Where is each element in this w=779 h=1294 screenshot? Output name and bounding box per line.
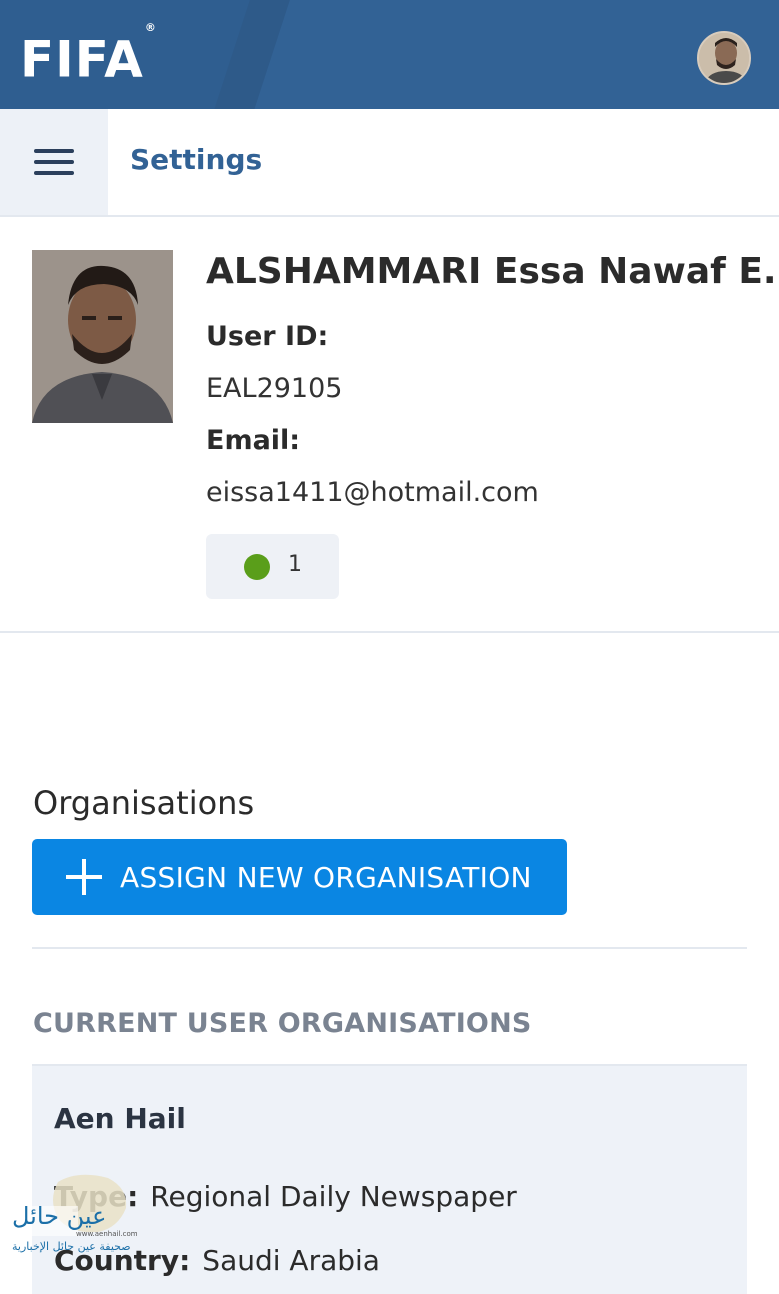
aenhail-watermark: عين حائل www.aenhail.com صحيفة عين حائل … xyxy=(8,1168,168,1280)
assign-new-organisation-button[interactable]: ASSIGN NEW ORGANISATION xyxy=(32,839,567,915)
hamburger-menu-icon xyxy=(34,149,74,175)
status-badge[interactable]: 1 xyxy=(206,534,339,599)
organisations-heading: Organisations xyxy=(33,784,255,822)
status-dot-icon xyxy=(244,554,270,580)
organisation-type-value: Regional Daily Newspaper xyxy=(150,1180,517,1213)
email-value: eissa1411@hotmail.com xyxy=(206,477,539,508)
person-photo-icon xyxy=(32,250,173,423)
profile-section: ALSHAMMARI Essa Nawaf E. User ID: EAL291… xyxy=(0,217,779,633)
section-divider xyxy=(32,947,747,949)
fifa-logo[interactable]: FIFA® xyxy=(20,21,156,89)
email-label: Email: xyxy=(206,425,301,456)
watermark-subtitle: صحيفة عين حائل الإخبارية xyxy=(12,1240,131,1253)
registered-mark: ® xyxy=(144,21,157,34)
watermark-title: عين حائل xyxy=(12,1202,107,1230)
settings-bar: Settings xyxy=(0,109,779,217)
watermark-url: www.aenhail.com xyxy=(76,1230,138,1238)
user-avatar[interactable] xyxy=(697,31,751,85)
user-id-label: User ID: xyxy=(206,321,329,352)
plus-icon xyxy=(66,859,102,895)
menu-button[interactable] xyxy=(0,109,108,215)
avatar-photo-icon xyxy=(699,33,749,83)
page-title: Settings xyxy=(130,143,263,176)
profile-photo xyxy=(32,250,173,423)
status-count: 1 xyxy=(288,552,302,577)
organisation-name: Aen Hail xyxy=(54,1102,186,1135)
logo-text: FIFA xyxy=(20,30,144,89)
top-brand-bar: FIFA® xyxy=(0,0,779,109)
assign-button-label: ASSIGN NEW ORGANISATION xyxy=(120,860,532,894)
user-full-name: ALSHAMMARI Essa Nawaf E. xyxy=(206,251,777,292)
organisation-country-value: Saudi Arabia xyxy=(202,1244,380,1277)
user-id-value: EAL29105 xyxy=(206,373,343,404)
current-organisations-heading: CURRENT USER ORGANISATIONS xyxy=(33,1008,532,1039)
